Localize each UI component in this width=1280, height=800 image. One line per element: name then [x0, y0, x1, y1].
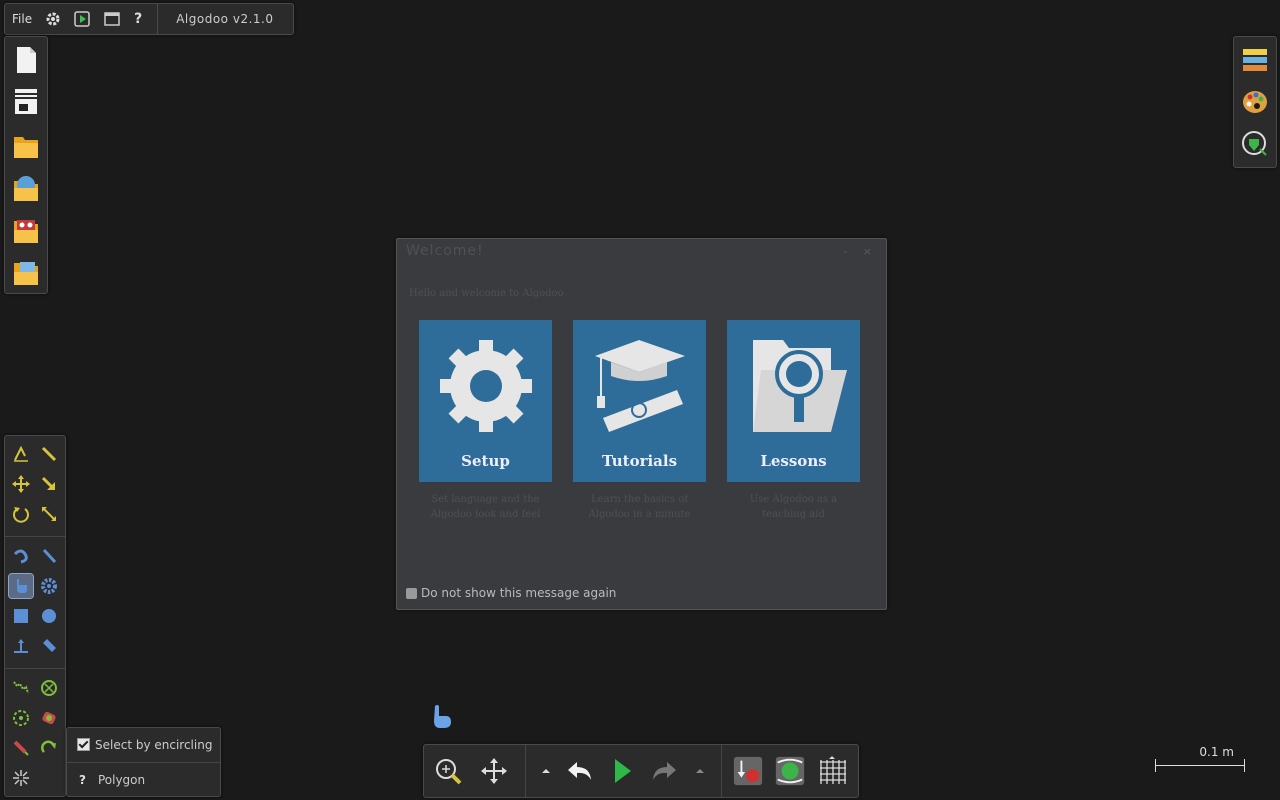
select-by-encircling-label: Select by encircling [95, 737, 213, 752]
tracer-tool-icon[interactable] [37, 706, 61, 730]
tutorials-description: Learn the basics of Algodoo in a minute [588, 494, 691, 520]
gear-tool-icon[interactable] [37, 574, 61, 598]
palette-icon[interactable] [1240, 87, 1270, 117]
open-folder-icon[interactable] [11, 131, 41, 161]
dialog-greeting: Hello and welcome to Algodoo [409, 288, 564, 299]
scene-layout-icon[interactable] [11, 87, 41, 117]
setup-gear-icon [440, 340, 532, 432]
dialog-window-controls[interactable]: - × [843, 245, 878, 258]
spring-tool-icon[interactable] [9, 676, 33, 700]
move-tool-icon[interactable] [9, 472, 33, 496]
dont-show-label: Do not show this message again [421, 586, 617, 600]
lessons-label: Lessons [760, 452, 827, 470]
undo-dropdown-icon[interactable] [532, 755, 560, 787]
gravity-toggle-icon[interactable] [732, 755, 764, 787]
axle-tool-icon[interactable] [37, 676, 61, 700]
setup-card[interactable]: Setup [419, 320, 552, 482]
tutorials-label: Tutorials [601, 452, 678, 470]
chain-tool-icon[interactable] [37, 736, 61, 760]
open-phunlet-icon[interactable] [11, 257, 41, 287]
select-by-encircling-option[interactable]: Select by encircling [67, 728, 220, 761]
tool-options-panel: Select by encircling ? Polygon [66, 727, 221, 797]
help-icon[interactable]: ? [127, 4, 149, 34]
polygon-tool-icon[interactable] [37, 634, 61, 658]
scale-label: 0.1 m [1199, 745, 1234, 759]
bottom-separator [525, 745, 526, 797]
sketch-tool-icon[interactable] [9, 442, 33, 466]
tool-group-separator [5, 668, 65, 669]
redo-icon[interactable] [648, 755, 680, 787]
setup-label: Setup [461, 452, 510, 470]
file-toolbar [4, 36, 48, 294]
right-toolbar [1233, 36, 1277, 168]
lessons-description: Use Algodoo as a teaching aid [749, 494, 838, 520]
tutorials-card[interactable]: Tutorials [573, 320, 706, 482]
brush-cursor-icon [430, 704, 454, 734]
tool-group-separator [5, 536, 65, 537]
version-label: Algodoo v2.1.0 [176, 12, 274, 26]
file-menu[interactable]: File [5, 4, 39, 34]
cut-tool-icon[interactable] [9, 544, 33, 568]
pan-icon[interactable] [478, 755, 510, 787]
gear-icon[interactable] [39, 4, 67, 34]
polygon-label: Polygon [97, 772, 146, 787]
knife-tool-icon[interactable] [37, 544, 61, 568]
zoom-icon[interactable] [432, 755, 464, 787]
drag-tool-icon[interactable] [37, 472, 61, 496]
graduation-cap-icon [595, 340, 685, 432]
brush-tool-icon[interactable] [8, 573, 34, 599]
box-tool-icon[interactable] [9, 604, 33, 628]
laser-tool-icon[interactable] [9, 736, 33, 760]
rotate-tool-icon[interactable] [9, 502, 33, 526]
open-web-icon[interactable] [11, 173, 41, 203]
bottom-toolbar [423, 744, 859, 798]
help-icon[interactable]: ? [79, 773, 86, 787]
download-icon[interactable] [1240, 129, 1270, 159]
fixate-tool-icon[interactable] [9, 766, 33, 790]
menubar: File ? Algodoo v2.1.0 [4, 3, 294, 35]
dont-show-again[interactable]: Do not show this message again [406, 586, 616, 600]
welcome-dialog: Welcome! - × Hello and welcome to Algodo… [396, 238, 887, 610]
polygon-option[interactable]: ? Polygon [67, 762, 220, 796]
select-by-encircling-checkbox[interactable] [77, 738, 90, 751]
redo-dropdown-icon[interactable] [686, 755, 714, 787]
setup-description: Set language and the Algodoo look and fe… [430, 494, 541, 520]
tool-palette [4, 435, 66, 797]
scale-tick-left [1155, 759, 1156, 772]
pen-tool-icon[interactable] [37, 442, 61, 466]
scale-line [1155, 765, 1245, 766]
play-icon[interactable] [606, 755, 638, 787]
plane-tool-icon[interactable] [9, 634, 33, 658]
scale-indicator: 0.1 m [1154, 745, 1246, 775]
run-icon[interactable] [67, 4, 97, 34]
scale-tool-icon[interactable] [37, 502, 61, 526]
open-favorite-icon[interactable] [11, 215, 41, 245]
air-friction-toggle-icon[interactable] [774, 755, 806, 787]
bottom-separator [721, 745, 722, 797]
grid-toggle-icon[interactable] [816, 755, 848, 787]
dont-show-checkbox[interactable] [406, 587, 417, 599]
new-scene-icon[interactable] [11, 45, 41, 75]
layers-icon[interactable] [1240, 45, 1270, 75]
undo-icon[interactable] [564, 755, 596, 787]
scale-tick-right [1244, 759, 1245, 772]
lessons-folder-icon [753, 340, 847, 432]
lessons-card[interactable]: Lessons [727, 320, 860, 482]
circle-tool-icon[interactable] [37, 604, 61, 628]
dialog-title: Welcome! [406, 243, 484, 259]
thruster-tool-icon[interactable] [9, 706, 33, 730]
window-icon[interactable] [97, 4, 127, 34]
